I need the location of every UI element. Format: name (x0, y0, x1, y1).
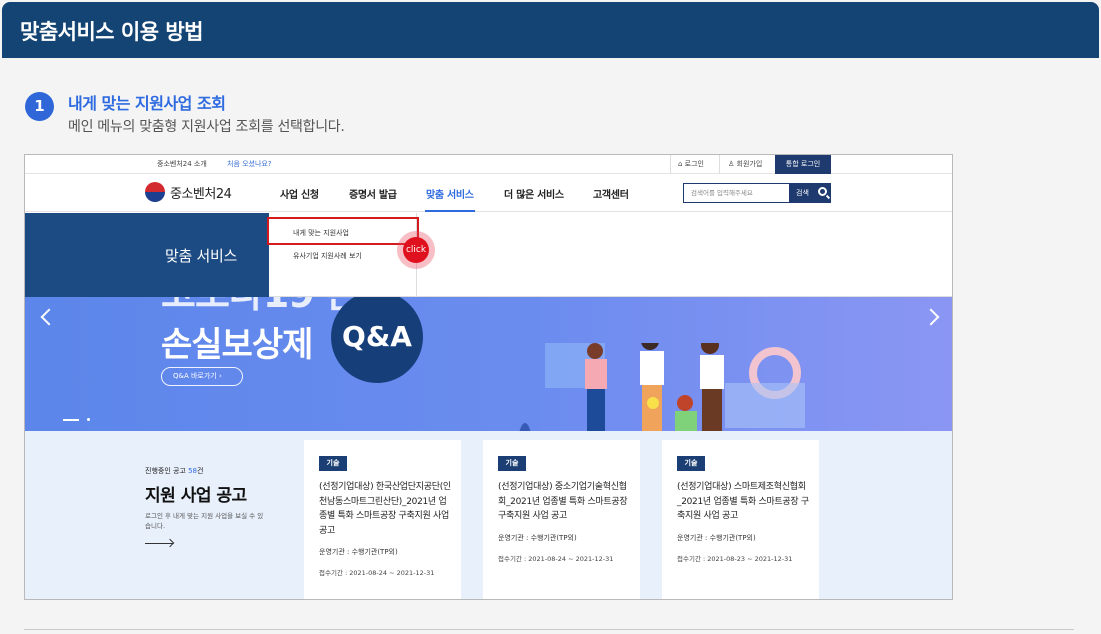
card-tag: 기술 (677, 456, 705, 471)
lock-icon: ⌂ (678, 160, 685, 168)
click-indicator: click (397, 231, 435, 269)
slide-pager-active[interactable] (63, 419, 79, 421)
mega-dropdown-menu: 맞춤 서비스 내게 맞는 지원사업 유사기업 지원사례 보기 (25, 213, 952, 297)
website-screenshot: 중소벤처24 소개 처음 오셨나요? ⌂ 로그인 ♙ 회원가입 통합 로그인 중… (24, 154, 953, 600)
card-org: 운영기관 : 수행기관(TP외) (677, 534, 756, 542)
card-period: 접수기간 : 2021-08-24 ~ 2021-12-31 (498, 555, 614, 563)
section-divider (24, 629, 1074, 630)
prev-slide-icon[interactable] (40, 308, 58, 326)
card-org: 운영기관 : 수행기관(TP외) (319, 548, 398, 556)
join-label: 회원가입 (736, 160, 763, 168)
step-description: 메인 메뉴의 맞춤형 지원사업 조회를 선택합니다. (68, 119, 345, 135)
logo-text: 중소벤처24 (170, 186, 232, 202)
login-label: 로그인 (684, 160, 704, 168)
card-org: 운영기관 : 수행기관(TP외) (498, 534, 577, 542)
search-button-label: 검색 (796, 189, 809, 197)
qa-badge: Q&A (331, 291, 423, 383)
unified-login-button[interactable]: 통합 로그인 (775, 155, 831, 174)
qa-link-label: Q&A 바로가기 (173, 372, 217, 380)
click-label: click (403, 237, 429, 263)
utility-bar: 중소벤처24 소개 처음 오셨나요? ⌂ 로그인 ♙ 회원가입 통합 로그인 (25, 155, 952, 174)
taegeuk-emblem-icon (145, 182, 165, 202)
notice-count-number: 58 (188, 467, 198, 475)
click-target-highlight (267, 217, 419, 245)
notice-card[interactable]: 기술 (선정기업대상) 한국산업단지공단(인천남동스마트그린산단)_2021년 … (304, 440, 461, 599)
card-tag: 기술 (319, 456, 347, 471)
notice-title: 지원 사업 공고 (145, 486, 247, 506)
step-number-badge: 1 (25, 92, 54, 121)
card-title: (선정기업대상) 중소기업기술혁신협회_2021년 업종별 특화 스마트공장 구… (498, 482, 628, 521)
qa-link-button[interactable]: Q&A 바로가기 › (161, 367, 243, 386)
submenu-similar-company-cases[interactable]: 유사기업 지원사례 보기 (293, 251, 362, 261)
menu-business-apply[interactable]: 사업 신청 (280, 186, 319, 201)
about-link[interactable]: 중소벤처24 소개 (157, 159, 207, 169)
notice-description: 로그인 후 내게 맞는 지원 사업을 보실 수 있습니다. (145, 512, 264, 530)
notice-count-prefix: 진행중인 공고 (145, 467, 189, 475)
notice-card[interactable]: 기술 (선정기업대상) 스마트제조혁신협회_2021년 업종별 특화 스마트공장… (662, 440, 819, 599)
card-title: (선정기업대상) 한국산업단지공단(인천남동스마트그린산단)_2021년 업종별… (319, 482, 451, 536)
first-visit-link[interactable]: 처음 오셨나요? (227, 159, 272, 169)
menu-customer-center[interactable]: 고객센터 (593, 186, 629, 201)
card-tag: 기술 (498, 456, 526, 471)
user-icon: ♙ (728, 160, 737, 168)
next-slide-icon[interactable] (922, 308, 940, 326)
notice-count-suffix: 건 (197, 467, 204, 475)
guide-header: 맞춤서비스 이용 방법 (2, 2, 1099, 58)
menu-custom-service[interactable]: 맞춤 서비스 (426, 186, 474, 201)
card-period: 접수기간 : 2021-08-24 ~ 2021-12-31 (319, 569, 435, 577)
search-icon (818, 187, 827, 196)
guide-title: 맞춤서비스 이용 방법 (20, 20, 204, 44)
login-link[interactable]: ⌂ 로그인 (670, 155, 716, 174)
notice-more-arrow-icon[interactable] (145, 543, 173, 544)
active-menu-indicator (425, 210, 475, 212)
banner-illustration (519, 343, 805, 431)
menu-more-services[interactable]: 더 많은 서비스 (504, 186, 564, 201)
card-title: (선정기업대상) 스마트제조혁신협회_2021년 업종별 특화 스마트공장 구축… (677, 482, 809, 521)
step-title: 내게 맞는 지원사업 조회 (68, 94, 226, 113)
notice-card[interactable]: 기술 (선정기업대상) 중소기업기술혁신협회_2021년 업종별 특화 스마트공… (483, 440, 640, 599)
card-period: 접수기간 : 2021-08-23 ~ 2021-12-31 (677, 555, 793, 563)
notice-count: 진행중인 공고 58건 (145, 466, 203, 476)
join-link[interactable]: ♙ 회원가입 (719, 155, 774, 174)
banner-heading-line2: 손실보상제 (161, 325, 313, 365)
search-input[interactable]: 검색어를 입력해주세요 (683, 183, 790, 203)
search-button[interactable]: 검색 (790, 183, 831, 203)
main-navigation: 중소벤처24 사업 신청 증명서 발급 맞춤 서비스 더 많은 서비스 고객센터… (25, 174, 952, 212)
mega-menu-section-title: 맞춤 서비스 (165, 247, 237, 265)
menu-certificate[interactable]: 증명서 발급 (349, 186, 397, 201)
slide-pager-dot[interactable] (87, 418, 90, 421)
mega-menu-section: 맞춤 서비스 (25, 213, 269, 297)
site-logo[interactable]: 중소벤처24 (145, 181, 232, 203)
